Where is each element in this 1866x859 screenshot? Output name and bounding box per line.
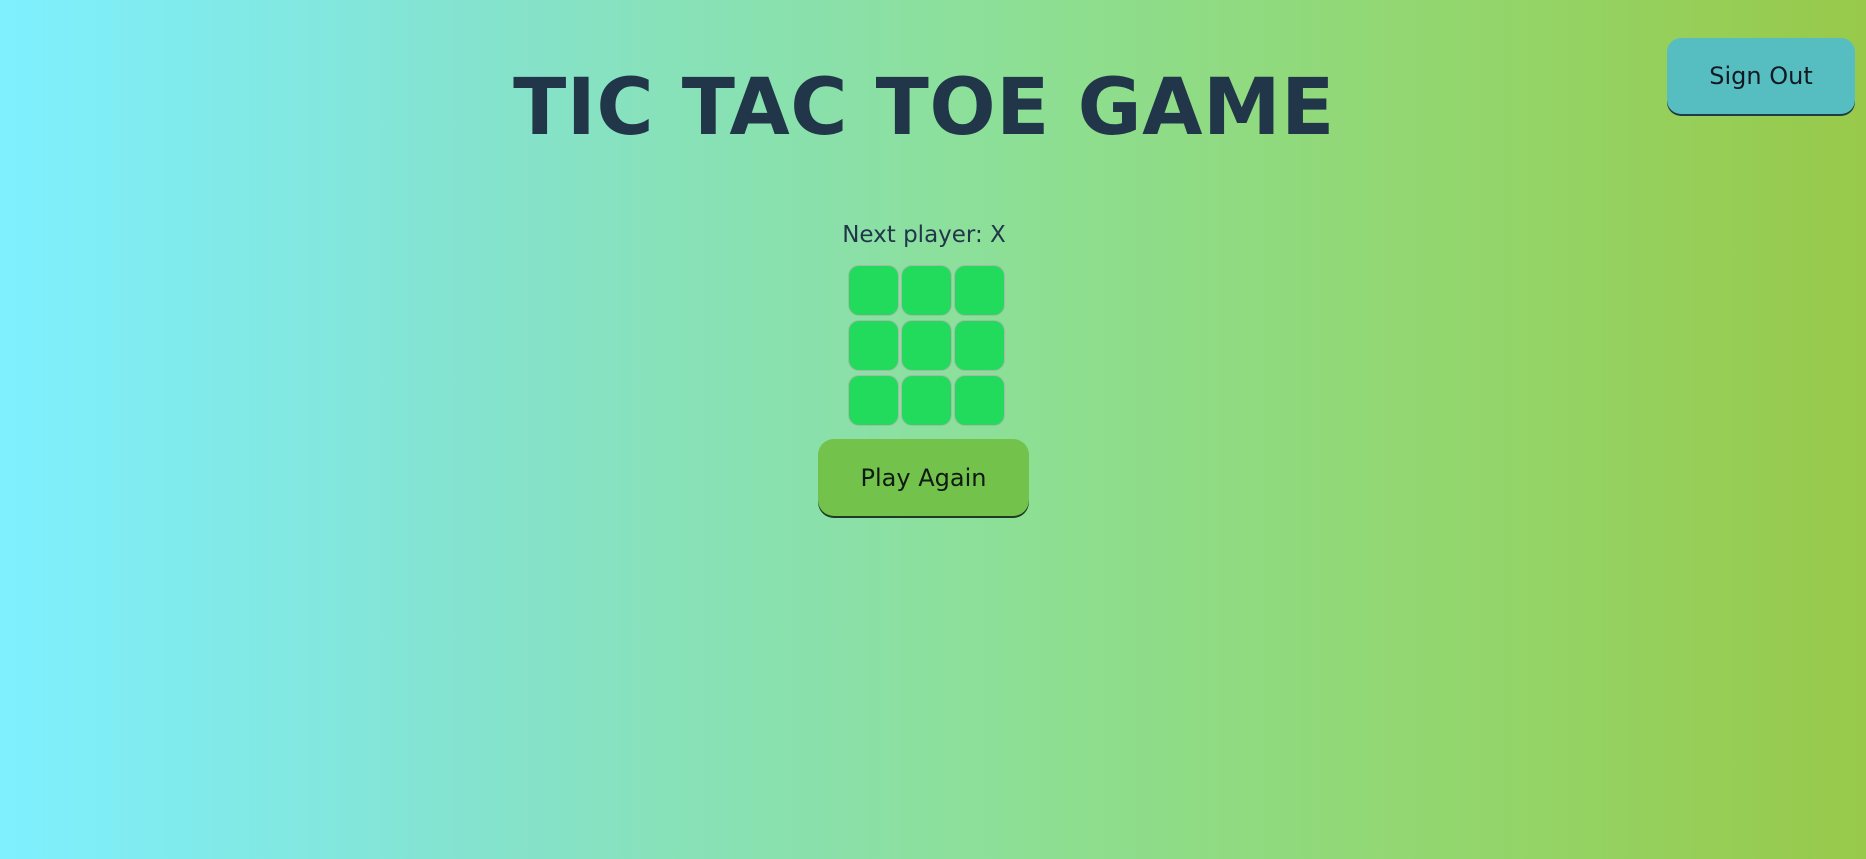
board-square-5[interactable] <box>901 320 952 371</box>
board-square-1[interactable] <box>848 265 899 316</box>
board-square-2[interactable] <box>901 265 952 316</box>
play-again-button[interactable]: Play Again <box>818 439 1029 516</box>
board-square-8[interactable] <box>901 375 952 426</box>
page-title: TIC TAC TOE GAME <box>513 63 1335 153</box>
board-square-3[interactable] <box>954 265 1005 316</box>
game-status: Next player: X <box>842 222 1006 248</box>
board-square-4[interactable] <box>848 320 899 371</box>
game-board <box>848 265 1005 428</box>
board-square-9[interactable] <box>954 375 1005 426</box>
board-square-7[interactable] <box>848 375 899 426</box>
board-square-6[interactable] <box>954 320 1005 371</box>
